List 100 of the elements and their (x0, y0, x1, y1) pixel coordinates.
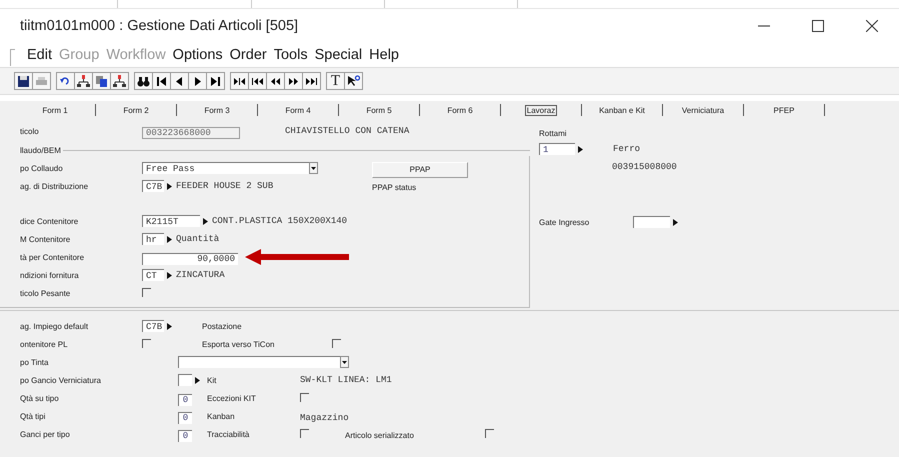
field-label: ag. Impiego default (20, 322, 90, 330)
form-tab[interactable]: Form 5 (339, 104, 419, 116)
text-button[interactable]: T (326, 72, 345, 90)
field-label: Kanban (206, 412, 236, 420)
first-page-button[interactable] (248, 72, 267, 90)
ppap-status-label: PPAP status (372, 183, 416, 192)
first-record-icon (155, 74, 168, 88)
undo-button[interactable] (56, 72, 75, 90)
form-tab[interactable]: Form 6 (420, 104, 500, 116)
kit-value: SW-KLT LINEA: LM1 (300, 375, 393, 385)
hierarchy-icon (113, 74, 126, 88)
field-label: Esporta verso TiCon (202, 340, 276, 348)
menu-item[interactable]: Tools (274, 47, 308, 63)
count-field[interactable]: 0 (178, 394, 192, 406)
field-label: Gate Ingresso (539, 218, 590, 226)
last-record-button[interactable] (206, 72, 225, 90)
hierarchy-button[interactable] (74, 72, 93, 90)
checkbox[interactable] (300, 393, 309, 402)
kanban-value: Magazzino (300, 413, 349, 423)
field-label: Ganci per tipo (20, 430, 71, 438)
field-label: po Tinta (20, 358, 50, 366)
article-code-field[interactable]: 003223668000 (142, 127, 240, 139)
field-label: dice Contenitore (20, 216, 80, 226)
count-field[interactable]: 0 (178, 412, 192, 424)
help-button[interactable] (344, 72, 363, 90)
field-label: Qtà su tipo (20, 394, 60, 402)
dropdown-button[interactable] (309, 162, 318, 174)
field-label: ag. di Distribuzione (20, 182, 90, 190)
scrap-article-code: 003915008000 (612, 162, 677, 172)
triangle-icon[interactable] (203, 218, 208, 224)
next-page-button[interactable] (284, 72, 303, 90)
first-record-button[interactable] (152, 72, 171, 90)
hierarchy-button[interactable] (110, 72, 129, 90)
field-label: M Contenitore (20, 234, 72, 244)
triangle-icon[interactable] (167, 272, 172, 278)
triangle-icon[interactable] (167, 322, 172, 330)
triangle-icon[interactable] (167, 182, 172, 190)
dropdown-field[interactable] (178, 356, 341, 368)
menu-item[interactable]: Edit (27, 47, 52, 63)
triangle-icon[interactable] (195, 376, 200, 384)
floppy-icon (17, 74, 30, 88)
checkbox[interactable] (300, 429, 309, 438)
form-tab[interactable]: Form 4 (258, 104, 338, 116)
previous-record-button[interactable] (170, 72, 189, 90)
triangle-icon[interactable] (578, 146, 583, 152)
form-tab[interactable]: Form 2 (96, 104, 176, 116)
quantity-field[interactable]: 90,0000 (142, 252, 238, 264)
printer-icon (35, 74, 48, 88)
code-field[interactable]: CT (142, 269, 164, 281)
form-tab[interactable]: Form 3 (177, 104, 257, 116)
form-tab[interactable]: Verniciatura (663, 104, 743, 116)
description-text: Quantità (176, 234, 220, 244)
field-label: po Gancio Verniciatura (20, 376, 102, 384)
field-label: ticolo Pesante (20, 288, 72, 298)
maximize-icon (812, 20, 824, 32)
lookup-field[interactable] (178, 374, 192, 386)
scrap-name: Ferro (613, 144, 640, 154)
field-label: ontenitore PL (20, 340, 69, 348)
last-record-icon (209, 74, 222, 88)
code-field[interactable]: K2115T (142, 215, 200, 227)
form-tab[interactable]: Kanban e Kit (582, 104, 662, 116)
field-label: ticolo (20, 126, 40, 136)
menu-item[interactable]: Options (172, 47, 223, 63)
description-text: CONT.PLASTICA 150X200X140 (212, 216, 348, 226)
field-label: Eccezioni KIT (206, 394, 257, 402)
checkbox[interactable] (485, 429, 494, 438)
code-field[interactable]: hr (142, 233, 164, 245)
code-field[interactable]: C7B (142, 180, 164, 192)
triangle-icon[interactable] (167, 236, 172, 242)
hierarchy-icon (77, 74, 90, 88)
copy-button[interactable] (92, 72, 111, 90)
collapse-button[interactable] (230, 72, 249, 90)
count-field[interactable]: 0 (178, 430, 192, 442)
last-page-button[interactable] (302, 72, 321, 90)
search-button[interactable] (134, 72, 153, 90)
menu-item[interactable]: Help (369, 47, 399, 63)
next-record-button[interactable] (188, 72, 207, 90)
dropdown-button[interactable] (340, 356, 349, 368)
dropdown-field[interactable]: Free Pass (142, 162, 310, 174)
form-tab[interactable]: PFEP (744, 104, 824, 116)
checkbox[interactable] (332, 339, 341, 348)
code-field[interactable]: C7B (142, 320, 164, 332)
checkbox[interactable] (142, 288, 151, 297)
field-label: Articolo serializzato (345, 431, 414, 440)
description-text: FEEDER HOUSE 2 SUB (176, 181, 274, 191)
gate-field[interactable] (633, 216, 670, 228)
caret-icon (342, 360, 347, 364)
scrap-code-field[interactable]: 1 (539, 143, 575, 155)
save-button[interactable] (14, 72, 33, 90)
checkbox[interactable] (142, 339, 151, 348)
menu-item[interactable]: Order (230, 47, 267, 63)
form-tab[interactable]: Lavoraz (501, 104, 581, 116)
close-icon (866, 20, 878, 32)
field-label: ndizioni fornitura (20, 270, 80, 280)
menu-item[interactable]: Special (314, 47, 362, 63)
form-tab[interactable]: Form 1 (15, 104, 95, 116)
triangle-icon[interactable] (673, 218, 678, 226)
previous-page-button[interactable] (266, 72, 285, 90)
field-label: po Collaudo (20, 164, 64, 173)
ppap-button[interactable]: PPAP (372, 162, 468, 178)
